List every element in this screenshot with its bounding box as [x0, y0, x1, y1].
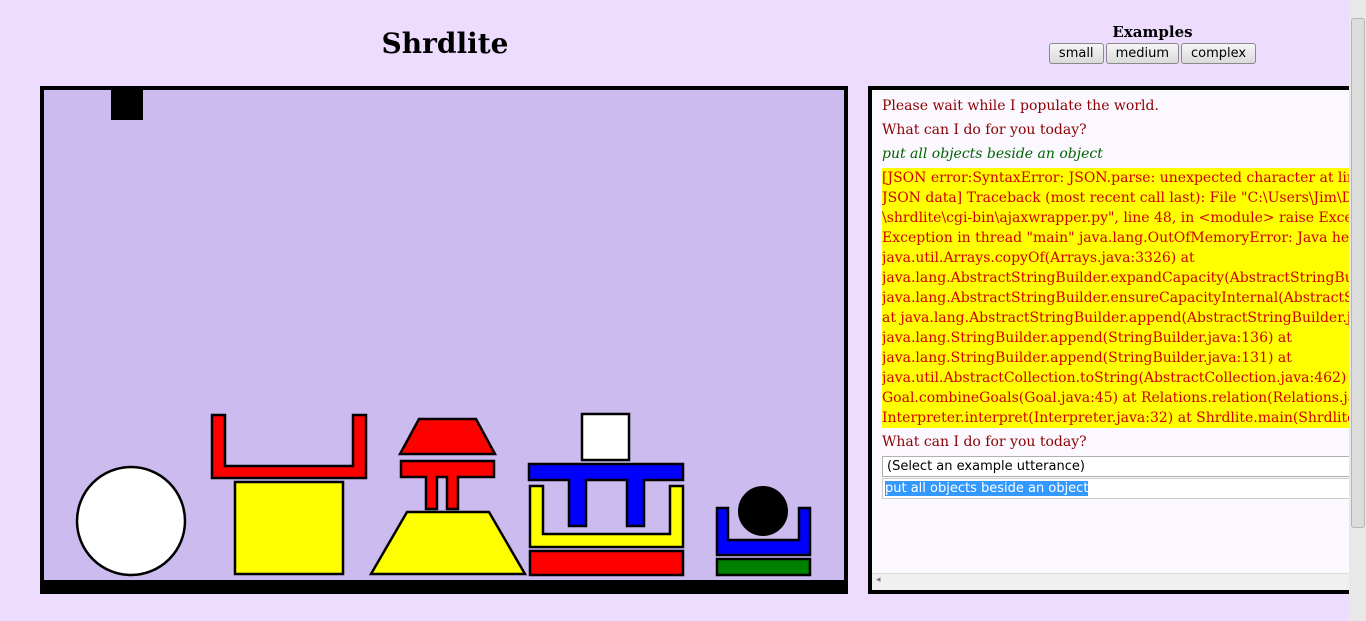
blue-table — [527, 462, 685, 528]
page-title: Shrdlite — [381, 27, 509, 60]
example-small-button[interactable]: small — [1048, 43, 1104, 64]
error-line: \shrdlite\cgi-bin\ajaxwrapper.py", line … — [882, 210, 1354, 226]
white-box — [580, 412, 631, 462]
dialogue-log[interactable]: Please wait while I populate the world. … — [882, 96, 1354, 572]
red-table — [399, 459, 496, 511]
error-message: [JSON error:SyntaxError: JSON.parse: une… — [882, 168, 1354, 428]
error-line: java.util.Arrays.copyOf(Arrays.java:3326… — [882, 250, 1195, 266]
system-message: What can I do for you today? — [882, 122, 1087, 138]
error-line: java.util.AbstractCollection.toString(Ab… — [882, 370, 1354, 386]
robot-arm — [111, 90, 143, 120]
world-svg — [44, 90, 844, 590]
red-pyramid — [397, 417, 498, 456]
error-line: JSON data] Traceback (most recent call l… — [882, 190, 1354, 206]
example-utterance-select[interactable]: (Select an example utterance) — [882, 456, 1352, 477]
example-complex-button[interactable]: complex — [1181, 43, 1257, 64]
user-message: put all objects beside an object — [882, 146, 1103, 162]
error-line: at java.lang.AbstractStringBuilder.appen… — [882, 310, 1354, 326]
error-line: java.lang.AbstractStringBuilder.expandCa… — [882, 270, 1354, 286]
red-brick — [528, 549, 685, 577]
scrollbar-thumb[interactable] — [1351, 18, 1365, 528]
error-line: Goal.combineGoals(Goal.java:45) at Relat… — [882, 390, 1354, 406]
utterance-input-text: put all objects beside an object — [885, 481, 1089, 496]
error-line: Exception in thread "main" java.lang.Out… — [882, 230, 1354, 246]
floor — [44, 580, 844, 590]
utterance-input[interactable]: put all objects beside an object — [882, 478, 1352, 499]
green-brick — [715, 557, 812, 577]
error-line: java.lang.StringBuilder.append(StringBui… — [882, 350, 1292, 366]
system-message: What can I do for you today? — [882, 434, 1087, 450]
dialogue-panel: Please wait while I populate the world. … — [868, 86, 1358, 594]
error-line: java.lang.StringBuilder.append(StringBui… — [882, 330, 1292, 346]
yellow-box-2 — [528, 484, 685, 549]
black-ball — [738, 486, 788, 536]
error-line: Interpreter.interpret(Interpreter.java:3… — [882, 410, 1354, 426]
error-line: [JSON error:SyntaxError: JSON.parse: une… — [882, 170, 1354, 186]
scroll-left-icon[interactable]: ◂ — [876, 575, 881, 585]
white-ball — [75, 465, 187, 577]
examples-buttons: small medium complex — [1048, 43, 1257, 64]
vertical-scrollbar[interactable] — [1349, 0, 1366, 621]
examples-heading: Examples — [1112, 23, 1193, 41]
yellow-pyramid — [368, 510, 528, 576]
example-medium-button[interactable]: medium — [1105, 43, 1179, 64]
error-line: java.lang.AbstractStringBuilder.ensureCa… — [882, 290, 1354, 306]
yellow-box — [233, 480, 345, 576]
horizontal-scrollbar[interactable]: ◂ — [872, 573, 1354, 590]
red-box — [210, 413, 368, 480]
world-canvas — [40, 86, 848, 594]
system-message: Please wait while I populate the world. — [882, 98, 1159, 114]
examples-panel: Examples small medium complex — [1048, 23, 1257, 64]
